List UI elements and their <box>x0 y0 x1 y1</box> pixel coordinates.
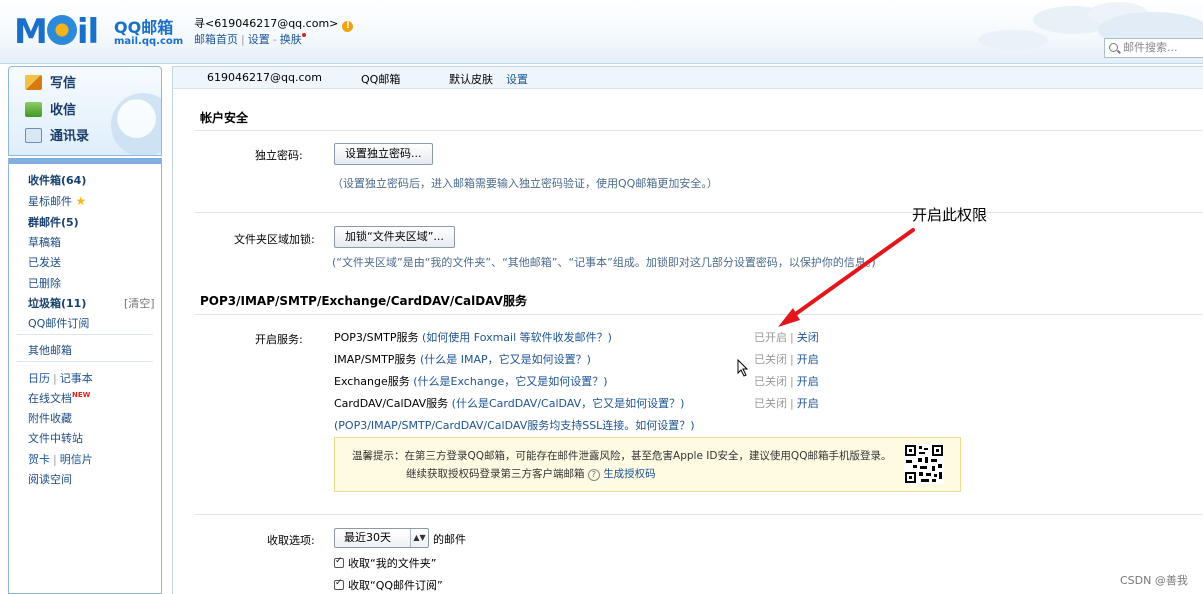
sidebar-item-subscription[interactable]: QQ邮件订阅 <box>28 315 89 331</box>
independent-password-label: 独立密码: <box>255 149 303 162</box>
services-title: POP3/IMAP/SMTP/Exchange/CardDAV/CalDAV服务 <box>200 294 527 308</box>
pop3-status: 已开启 <box>754 331 787 344</box>
exchange-toggle-button[interactable]: 开启 <box>797 375 819 388</box>
receive-range-select[interactable]: 最近30天 ▲▼ <box>334 528 429 548</box>
sidebar-item-calendar[interactable]: 日历 <box>28 372 50 385</box>
sidebar-item-deleted[interactable]: 已删除 <box>28 275 61 291</box>
sidebar-item-greeting-card[interactable]: 贺卡 <box>28 453 50 466</box>
service-row-exchange: Exchange服务 (什么是Exchange，它又是如何设置？) <box>334 375 608 388</box>
search-icon <box>1109 43 1118 52</box>
tab-settings[interactable]: 设置 <box>506 71 528 87</box>
quick-actions: 写信 收信 通讯录 <box>8 66 162 156</box>
header-links: 邮箱首页 | 设置 - 换肤 <box>194 31 306 47</box>
pencil-icon <box>25 75 42 90</box>
account-security-title: 帐户安全 <box>200 111 249 125</box>
service-row-imap: IMAP/SMTP服务 (什么是 IMAP，它又是如何设置？) <box>334 353 591 366</box>
folder-list: 收件箱(64) 星标邮件 ★ 群邮件(5) 草稿箱 已发送 已删除 垃圾箱(11… <box>8 158 162 594</box>
security-tip-box: 温馨提示：在第三方登录QQ邮箱，可能存在邮件泄露风险，甚至危害Apple ID安… <box>334 437 961 492</box>
tab-default-skin[interactable]: 默认皮肤 <box>449 71 493 87</box>
exchange-help-link[interactable]: (什么是Exchange，它又是如何设置？) <box>413 375 607 388</box>
mail-home-link[interactable]: 邮箱首页 <box>194 33 238 46</box>
clear-spam-button[interactable]: [清空] <box>124 295 155 311</box>
enable-services-label: 开启服务: <box>255 333 303 346</box>
sidebar: 写信 收信 通讯录 收件箱(64) 星标邮件 ★ 群邮件(5) 草稿箱 已发送 … <box>8 66 162 594</box>
star-icon: ★ <box>75 194 87 208</box>
logo-url: mail.qq.com <box>114 36 184 47</box>
download-icon <box>25 102 42 117</box>
annotation-text: 开启此权限 <box>912 206 988 224</box>
receive-my-folders-checkbox[interactable]: 收取“我的文件夹” <box>334 555 436 571</box>
checkbox-checked-icon <box>334 578 344 590</box>
change-skin-link[interactable]: 换肤 <box>280 33 302 46</box>
watermark: CSDN @善我 <box>1120 574 1188 587</box>
qq-mail-logo[interactable]: Mil QQ邮箱 mail.qq.com <box>14 12 184 52</box>
sidebar-item-spam[interactable]: 垃圾箱(11) <box>28 295 86 311</box>
ssl-note: (POP3/IMAP/SMTP/CardDAV/CalDAV服务均支持SSL连接… <box>334 417 695 433</box>
penguin-decoration-icon <box>111 93 161 155</box>
qr-code-icon <box>904 444 944 484</box>
new-dot-icon <box>301 33 306 37</box>
independent-password-note: （设置独立密码后，进入邮箱需要输入独立密码验证，使用QQ邮箱更加安全。） <box>332 177 718 190</box>
service-row-carddav: CardDAV/CalDAV服务 (什么是CardDAV/CalDAV，它又是如… <box>334 397 685 410</box>
search-input[interactable]: 邮件搜索... <box>1104 38 1203 58</box>
contacts-button[interactable]: 通讯录 <box>25 126 89 148</box>
select-arrows-icon: ▲▼ <box>410 529 428 547</box>
sidebar-item-reading-space[interactable]: 阅读空间 <box>28 471 72 487</box>
sidebar-item-group[interactable]: 群邮件(5) <box>28 214 79 230</box>
user-account: 寻<619046217@qq.com>! <box>194 15 354 32</box>
inbox-button[interactable]: 收信 <box>25 100 76 122</box>
sidebar-item-attachments[interactable]: 附件收藏 <box>28 410 72 426</box>
receive-subscription-checkbox[interactable]: 收取“QQ邮件订阅” <box>334 577 443 593</box>
carddav-status: 已关闭 <box>754 397 787 410</box>
folder-lock-label: 文件夹区域加锁: <box>234 233 315 246</box>
account-tabs: 619046217@qq.com QQ邮箱 默认皮肤 设置 <box>173 67 1203 89</box>
ssl-help-link[interactable]: (POP3/IMAP/SMTP/CardDAV/CalDAV服务均支持SSL连接… <box>334 419 695 432</box>
tip-auth-code-text: 继续获取授权码登录第三方客户端邮箱 <box>406 468 585 480</box>
receive-suffix: 的邮件 <box>433 533 466 546</box>
service-row-pop3: POP3/SMTP服务 (如何使用 Foxmail 等软件收发邮件？) <box>334 331 612 344</box>
account-email: 619046217@qq.com <box>207 71 322 84</box>
set-independent-password-button[interactable]: 设置独立密码... <box>334 143 433 165</box>
sidebar-item-sent[interactable]: 已发送 <box>28 254 61 270</box>
new-badge: NEW <box>72 391 91 399</box>
header: Mil QQ邮箱 mail.qq.com 寻<619046217@qq.com>… <box>0 0 1203 64</box>
settings-link[interactable]: 设置 <box>248 33 270 46</box>
imap-help-link[interactable]: (什么是 IMAP，它又是如何设置？) <box>420 353 591 366</box>
folder-lock-note: (“文件夹区域”是由“我的文件夹”、“其他邮箱”、“记事本”组成。加锁即对这几部… <box>332 256 876 269</box>
checkbox-checked-icon <box>334 556 344 568</box>
help-icon[interactable]: ? <box>587 469 600 481</box>
pop3-toggle-button[interactable]: 关闭 <box>797 331 819 344</box>
tip-message: 温馨提示：在第三方登录QQ邮箱，可能存在邮件泄露风险，甚至危害Apple ID安… <box>352 450 892 462</box>
exchange-status: 已关闭 <box>754 375 787 388</box>
contact-card-icon <box>25 128 42 143</box>
logo-title: QQ邮箱 <box>114 18 174 37</box>
generate-auth-code-link[interactable]: 生成授权码 <box>603 468 656 480</box>
receive-options-label: 收取选项: <box>267 534 315 547</box>
sidebar-item-docs[interactable]: 在线文档NEW <box>28 390 90 406</box>
carddav-toggle-button[interactable]: 开启 <box>797 397 819 410</box>
sidebar-item-inbox[interactable]: 收件箱(64) <box>28 172 86 188</box>
sidebar-item-starred[interactable]: 星标邮件 ★ <box>28 193 86 209</box>
sidebar-item-notes[interactable]: 记事本 <box>60 372 93 385</box>
lock-folder-area-button[interactable]: 加锁“文件夹区域”... <box>334 226 455 248</box>
sidebar-item-drafts[interactable]: 草稿箱 <box>28 234 61 250</box>
write-button[interactable]: 写信 <box>25 73 76 95</box>
sidebar-item-postcard[interactable]: 明信片 <box>60 453 93 466</box>
warning-icon[interactable]: ! <box>342 21 354 32</box>
sidebar-item-other-mailboxes[interactable]: 其他邮箱 <box>28 342 72 358</box>
tab-qq-mail[interactable]: QQ邮箱 <box>361 71 400 87</box>
sidebar-item-file-transfer[interactable]: 文件中转站 <box>28 430 83 446</box>
logo-o-icon <box>46 15 77 45</box>
carddav-help-link[interactable]: (什么是CardDAV/CalDAV，它又是如何设置？) <box>452 397 685 410</box>
mouse-cursor-icon <box>737 359 749 377</box>
settings-panel: 619046217@qq.com QQ邮箱 默认皮肤 设置 帐户安全 独立密码:… <box>172 66 1203 594</box>
imap-toggle-button[interactable]: 开启 <box>797 353 819 366</box>
imap-status: 已关闭 <box>754 353 787 366</box>
pop3-help-link[interactable]: (如何使用 Foxmail 等软件收发邮件？) <box>422 331 612 344</box>
